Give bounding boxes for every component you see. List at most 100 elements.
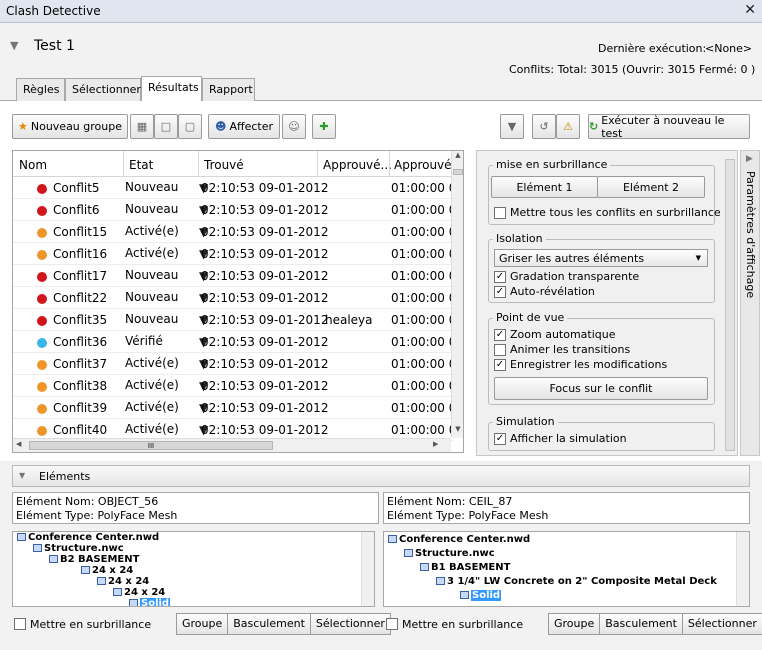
tree-node[interactable]: Conference Center.nwd — [388, 534, 530, 545]
compact-icon[interactable]: ⚠ — [556, 114, 580, 139]
horizontal-scroll-thumb[interactable]: III — [29, 441, 273, 450]
display-settings-tab[interactable]: ▶ Paramètres d'affichage — [740, 150, 760, 456]
status-select[interactable]: Activé(e) — [125, 356, 195, 373]
highlight-all-checkbox[interactable] — [494, 207, 506, 219]
explode-group-icon[interactable]: ▢ — [178, 114, 202, 139]
chevron-down-icon[interactable]: ▼ — [10, 39, 18, 52]
filter-icon[interactable]: ▼ — [500, 114, 524, 139]
tab-results[interactable]: Résultats — [141, 76, 202, 102]
table-row[interactable]: Conflit6 Nouveau ▼ 02:10:53 09-01-2012 01:00… — [13, 199, 463, 221]
animate-transitions-checkbox[interactable] — [494, 344, 506, 356]
scroll-up-icon[interactable]: ▲ — [453, 151, 463, 163]
ungroup-icon[interactable]: □ — [154, 114, 178, 139]
tab-report[interactable]: Rapport — [202, 78, 255, 101]
save-changes-checkbox[interactable]: ✓ — [494, 359, 506, 371]
tree-node[interactable]: Structure.nwc — [33, 543, 124, 554]
highlight-element2-checkbox[interactable] — [386, 618, 398, 630]
scroll-down-icon[interactable]: ▼ — [453, 425, 463, 437]
transparent-dimming-checkbox[interactable]: ✓ — [494, 271, 506, 283]
assign-button[interactable]: ☻ Affecter — [208, 114, 280, 139]
table-row[interactable]: Conflit5 Nouveau ▼ 02:10:53 09-01-2012 01:00… — [13, 177, 463, 199]
status-select[interactable]: Nouveau — [125, 312, 195, 329]
status-select[interactable]: Activé(e) — [125, 378, 195, 395]
table-row[interactable]: Conflit36 Vérifié ▼ 02:10:53 09-01-2012 01:0… — [13, 331, 463, 353]
scroll-left-icon[interactable]: ◀ — [16, 440, 21, 448]
focus-conflict-button[interactable]: Focus sur le conflit — [494, 377, 708, 400]
column-approved[interactable]: Approuvé — [394, 158, 452, 172]
tree-node[interactable]: 3 1/4" LW Concrete on 2" Composite Metal… — [436, 576, 717, 587]
column-found[interactable]: Trouvé — [204, 158, 244, 172]
status-select[interactable]: Vérifié — [125, 334, 195, 351]
toggle-button[interactable]: Basculement — [600, 614, 683, 634]
table-row[interactable]: Conflit35 Nouveau ▼ 02:10:53 09-01-2012 heal… — [13, 309, 463, 331]
tree-scrollbar[interactable] — [361, 532, 374, 606]
table-row[interactable]: Conflit39 Activé(e) ▼ 02:10:53 09-01-2012 01… — [13, 397, 463, 419]
elements-header[interactable]: ▼ Eléments — [12, 465, 750, 487]
tree-node[interactable]: 24 x 24 — [113, 587, 165, 598]
conflict-name: Conflit16 — [53, 247, 108, 261]
status-select[interactable]: Activé(e) — [125, 422, 195, 439]
isolation-select[interactable]: Griser les autres éléments ▼ — [494, 249, 708, 267]
group-selected-icon[interactable]: ▦ — [130, 114, 154, 139]
status-select[interactable]: Nouveau — [125, 180, 195, 197]
tree-node[interactable]: 24 x 24 — [81, 565, 133, 576]
table-row[interactable]: Conflit16 Activé(e) ▼ 02:10:53 09-01-2012 01… — [13, 243, 463, 265]
test-name: Test 1 — [34, 38, 75, 54]
add-comment-icon[interactable]: ✚ — [312, 114, 336, 139]
element1-button[interactable]: Elément 1 — [491, 176, 598, 198]
tree-node-selected[interactable]: Solid — [460, 590, 502, 601]
table-row[interactable]: Conflit38 Activé(e) ▼ 02:10:53 09-01-2012 01… — [13, 375, 463, 397]
group-button[interactable]: Groupe — [549, 614, 601, 634]
vertical-scrollbar[interactable]: ▲ ▼ — [451, 151, 463, 438]
tree-node[interactable]: B2 BASEMENT — [49, 554, 139, 565]
element2-info: Elément Nom: CEIL_87 Elément Type: PolyF… — [383, 492, 750, 524]
element2-actions: Groupe Basculement Sélectionner — [548, 613, 762, 635]
panel-scrollbar[interactable] — [725, 159, 735, 451]
element2-button[interactable]: Elément 2 — [597, 176, 705, 198]
scroll-right-icon[interactable]: ▶ — [433, 440, 438, 448]
tree-node[interactable]: Conference Center.nwd — [17, 532, 159, 543]
toggle-button[interactable]: Basculement — [228, 614, 311, 634]
unassign-icon[interactable]: ☺ — [282, 114, 306, 139]
last-run-value: <None> — [705, 42, 753, 55]
column-approved-by[interactable]: Approuvé... — [323, 158, 392, 172]
table-row[interactable]: Conflit15 Activé(e) ▼ 02:10:53 09-01-2012 01… — [13, 221, 463, 243]
vertical-scroll-thumb[interactable] — [453, 169, 463, 175]
tree-node[interactable]: Structure.nwc — [404, 548, 495, 559]
approved-by: healeya — [325, 313, 373, 327]
tree-scrollbar[interactable] — [736, 532, 749, 606]
select-button[interactable]: Sélectionner — [311, 614, 390, 634]
status-select[interactable]: Activé(e) — [125, 400, 195, 417]
chevron-right-icon[interactable]: ▶ — [746, 154, 753, 164]
column-name[interactable]: Nom — [19, 158, 47, 172]
group-button[interactable]: Groupe — [177, 614, 229, 634]
tree-node[interactable]: B1 BASEMENT — [420, 562, 510, 573]
auto-reveal-checkbox[interactable]: ✓ — [494, 286, 506, 298]
tree-node-selected[interactable]: Solid — [129, 598, 171, 606]
table-row[interactable]: Conflit37 Activé(e) ▼ 02:10:53 09-01-2012 01… — [13, 353, 463, 375]
tab-rules[interactable]: Règles — [16, 78, 65, 101]
table-row[interactable]: Conflit22 Nouveau ▼ 02:10:53 09-01-2012 01:0… — [13, 287, 463, 309]
auto-zoom-checkbox[interactable]: ✓ — [494, 329, 506, 341]
column-status[interactable]: Etat — [129, 158, 153, 172]
status-select[interactable]: Activé(e) — [125, 246, 195, 263]
select-button[interactable]: Sélectionner — [683, 614, 762, 634]
status-select[interactable]: Activé(e) — [125, 224, 195, 241]
highlight-element1-checkbox[interactable] — [14, 618, 26, 630]
show-simulation-checkbox[interactable]: ✓ — [494, 433, 506, 445]
rerun-test-button[interactable]: ↻ Exécuter à nouveau le test — [588, 114, 750, 140]
status-select[interactable]: Nouveau — [125, 268, 195, 285]
table-row[interactable]: Conflit17 Nouveau ▼ 02:10:53 09-01-2012 01:0… — [13, 265, 463, 287]
tab-select[interactable]: Sélectionner — [65, 78, 141, 101]
element1-actions: Groupe Basculement Sélectionner — [176, 613, 391, 635]
close-icon[interactable]: ✕ — [744, 2, 756, 18]
new-group-button[interactable]: ★ Nouveau groupe — [12, 114, 128, 139]
file-icon — [404, 549, 413, 557]
tree-node[interactable]: 24 x 24 — [97, 576, 149, 587]
group-icon — [81, 566, 90, 574]
status-select[interactable]: Nouveau — [125, 290, 195, 307]
reset-icon[interactable]: ↺ — [532, 114, 556, 139]
status-select[interactable]: Nouveau — [125, 202, 195, 219]
horizontal-scrollbar[interactable]: ◀ III ▶ — [13, 438, 451, 452]
show-simulation-label: Afficher la simulation — [510, 432, 627, 445]
